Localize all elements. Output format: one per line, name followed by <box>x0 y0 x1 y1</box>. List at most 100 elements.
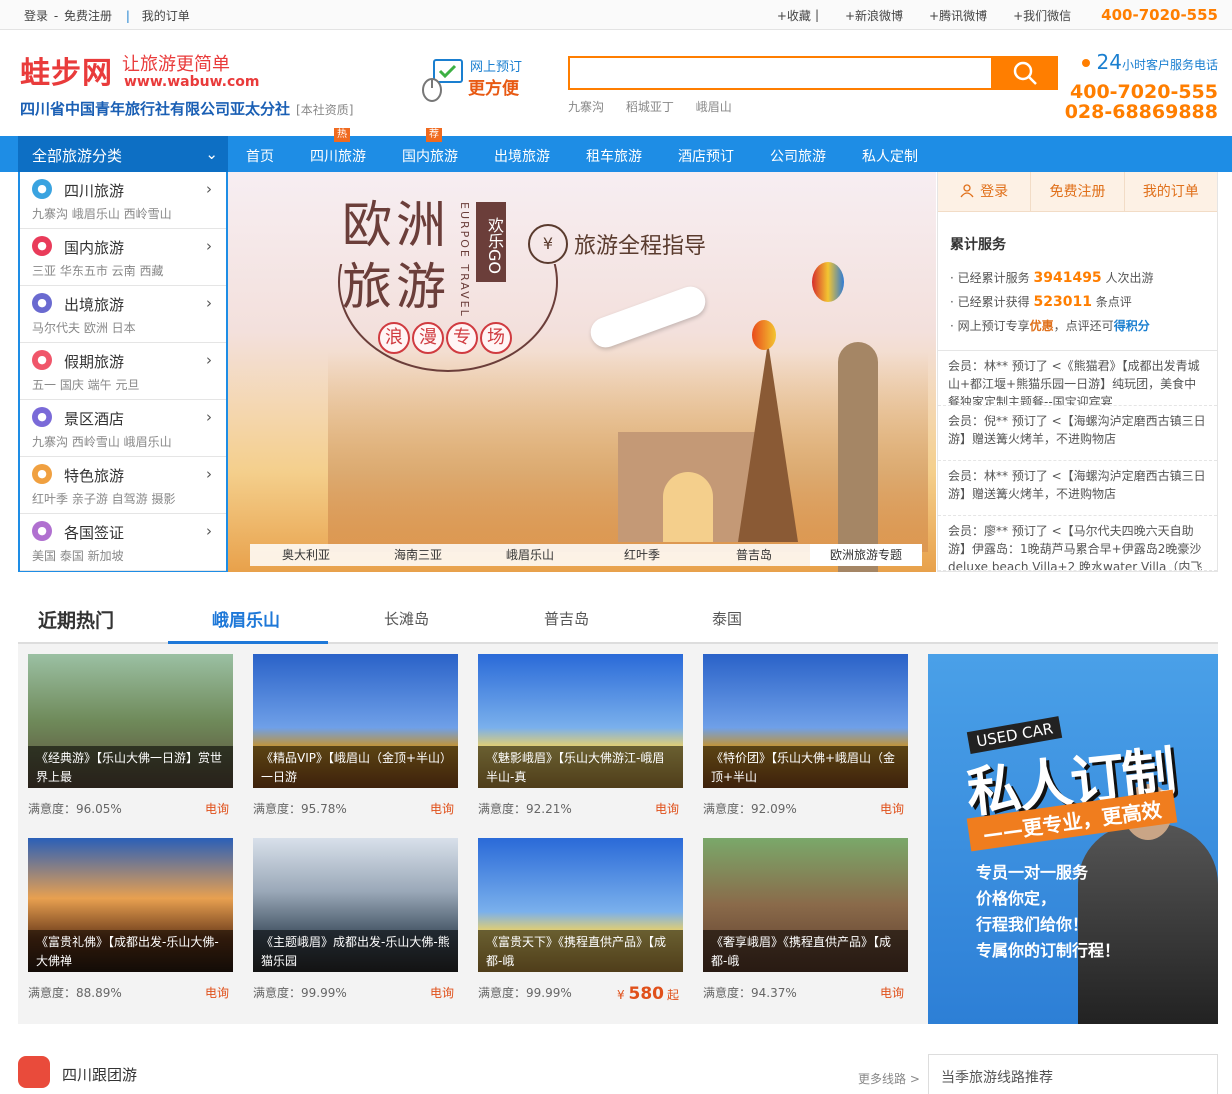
nav-item-company[interactable]: 公司旅游 <box>752 136 844 172</box>
category-sublinks[interactable]: 三亚 华东五市 云南 西藏 <box>32 262 163 279</box>
category-item[interactable]: ● 各国签证 › 美国 泰国 新加坡 <box>20 514 226 571</box>
price-or-inquiry[interactable]: 电询 <box>655 800 679 817</box>
more-routes-link[interactable]: 更多线路 > <box>858 1070 920 1087</box>
product-card[interactable]: 《经典游》【乐山大佛一日游】赏世界上最 满意度：96.05% 电询 <box>28 654 233 824</box>
price-or-inquiry[interactable]: 电询 <box>205 984 229 1001</box>
site-logo[interactable]: 蛙步网 让旅游更简单 www.wabuw.com 四川省中国青年旅行社有限公司亚… <box>20 48 353 118</box>
product-caption[interactable]: 《魅影峨眉》【乐山大佛游江-峨眉半山-真 <box>478 746 683 788</box>
nav-item-domestic[interactable]: 荐国内旅游 <box>384 128 476 172</box>
price-or-inquiry[interactable]: ¥ 580 起 <box>617 984 679 1004</box>
all-categories-button[interactable]: 全部旅游分类 ⌄ <box>18 136 228 172</box>
product-card[interactable]: 《特价团》【乐山大佛+峨眉山（金顶+半山 满意度：92.09% 电询 <box>703 654 908 824</box>
banner-tab[interactable]: 奥大利亚 <box>250 544 362 566</box>
feed-item[interactable]: 会员：林** 预订了 <【海螺沟泸定磨西古镇三日游】赠送篝火烤羊，不进购物店 <box>938 461 1217 516</box>
product-image[interactable]: 《特价团》【乐山大佛+峨眉山（金顶+半山 <box>703 654 908 788</box>
category-sublinks[interactable]: 马尔代夫 欧洲 日本 <box>32 319 136 336</box>
price-or-inquiry[interactable]: 电询 <box>880 984 904 1001</box>
product-card[interactable]: 《奢享峨眉》《携程直供产品》【成都-峨 满意度：94.37% 电询 <box>703 838 908 1008</box>
banner-tab[interactable]: 红叶季 <box>586 544 698 566</box>
globe-flower-icon: ● <box>32 293 52 313</box>
product-caption[interactable]: 《经典游》【乐山大佛一日游】赏世界上最 <box>28 746 233 788</box>
feed-item[interactable]: 会员：林** 预订了 <《熊猫君》【成都出发青城山+都江堰+熊猫乐园一日游】纯玩… <box>938 351 1217 406</box>
side-register-button[interactable]: 免费注册 <box>1031 172 1125 211</box>
category-sublinks[interactable]: 红叶季 亲子游 自驾游 摄影 <box>32 490 175 507</box>
favorite-link[interactable]: +收藏 <box>777 7 811 24</box>
nav-item-outbound[interactable]: 出境旅游 <box>476 136 568 172</box>
banner-tab[interactable]: 峨眉乐山 <box>474 544 586 566</box>
nav-item-custom[interactable]: 私人定制 <box>844 136 936 172</box>
price-or-inquiry[interactable]: 电询 <box>880 800 904 817</box>
banner-tab[interactable]: 普吉岛 <box>698 544 810 566</box>
brand-name: 蛙步网 <box>20 56 113 91</box>
product-card[interactable]: 《主题峨眉》成都出发-乐山大佛-熊猫乐园 满意度：99.99% 电询 <box>253 838 458 1008</box>
hotword-link[interactable]: 稻城亚丁 <box>626 100 674 114</box>
currency-symbol: ¥ <box>617 988 629 1002</box>
search-button[interactable] <box>991 56 1058 90</box>
category-item[interactable]: ● 国内旅游 › 三亚 华东五市 云南 西藏 <box>20 229 226 286</box>
category-item[interactable]: ● 出境旅游 › 马尔代夫 欧洲 日本 <box>20 286 226 343</box>
product-caption[interactable]: 《主题峨眉》成都出发-乐山大佛-熊猫乐园 <box>253 930 458 972</box>
price-or-inquiry[interactable]: 电询 <box>430 800 454 817</box>
product-image[interactable]: 《经典游》【乐山大佛一日游】赏世界上最 <box>28 654 233 788</box>
hotword-link[interactable]: 峨眉山 <box>696 100 732 114</box>
product-card[interactable]: 《精品VIP》【峨眉山（金顶+半山）一日游 满意度：95.78% 电询 <box>253 654 458 824</box>
register-link[interactable]: 免费注册 <box>64 9 112 23</box>
airplane <box>586 282 710 352</box>
category-sublinks[interactable]: 九寨沟 西岭雪山 峨眉乐山 <box>32 433 172 450</box>
product-image[interactable]: 《富贵礼佛》【成都出发-乐山大佛-大佛禅 <box>28 838 233 972</box>
my-orders-link[interactable]: 我的订单 <box>142 9 190 23</box>
hero-banner[interactable]: 欧洲 旅游 EURPOE TRAVEL 欢乐GO 浪 漫 专 场 ¥ 旅游全程指导 … <box>228 172 936 572</box>
category-item[interactable]: ● 特色旅游 › 红叶季 亲子游 自驾游 摄影 <box>20 457 226 514</box>
sina-weibo-link[interactable]: +新浪微博 <box>845 7 903 24</box>
feed-item[interactable]: 会员：廖** 预订了 <【马尔代夫四晚六天自助游】伊露岛：1晚葫芦马累合早+伊露… <box>938 516 1217 571</box>
price-or-inquiry[interactable]: 电询 <box>205 800 229 817</box>
category-sublinks[interactable]: 美国 泰国 新加坡 <box>32 547 124 564</box>
wechat-link[interactable]: +我们微信 <box>1013 7 1071 24</box>
banner-tab[interactable]: 欧洲旅游专题 <box>810 544 922 566</box>
nav-item-sichuan[interactable]: 热四川旅游 <box>292 128 384 172</box>
category-item[interactable]: ● 景区酒店 › 九寨沟 西岭雪山 峨眉乐山 <box>20 400 226 457</box>
tencent-weibo-link[interactable]: +腾讯微博 <box>929 7 987 24</box>
tab-emei-leshan[interactable]: 峨眉乐山 <box>212 606 280 631</box>
romance-char: 浪 <box>378 322 410 354</box>
side-login-button[interactable]: 登录 <box>938 172 1032 211</box>
tab-thailand[interactable]: 泰国 <box>712 608 742 629</box>
category-item[interactable]: ● 假期旅游 › 五一 国庆 端午 元旦 <box>20 343 226 400</box>
product-card[interactable]: 《魅影峨眉》【乐山大佛游江-峨眉半山-真 满意度：92.21% 电询 <box>478 654 683 824</box>
banner-tab[interactable]: 海南三亚 <box>362 544 474 566</box>
nav-item-home[interactable]: 首页 <box>228 136 292 172</box>
product-caption[interactable]: 《富贵礼佛》【成都出发-乐山大佛-大佛禅 <box>28 930 233 972</box>
category-item[interactable]: ● 四川旅游 › 九寨沟 峨眉乐山 西岭雪山 <box>20 172 226 229</box>
nav-item-car-rental[interactable]: 租车旅游 <box>568 136 660 172</box>
stat-highlight: 优惠 <box>1029 319 1054 333</box>
product-image[interactable]: 《主题峨眉》成都出发-乐山大佛-熊猫乐园 <box>253 838 458 972</box>
feed-item[interactable]: 会员：倪** 预订了 <【海螺沟泸定磨西古镇三日游】赠送篝火烤羊，不进购物店 <box>938 406 1217 461</box>
side-orders-button[interactable]: 我的订单 <box>1125 172 1217 211</box>
product-image[interactable]: 《富贵天下》《携程直供产品》【成都-峨 <box>478 838 683 972</box>
price-suffix: 起 <box>666 988 679 1002</box>
product-image[interactable]: 《奢享峨眉》《携程直供产品》【成都-峨 <box>703 838 908 972</box>
custom-travel-ad[interactable]: USED CAR 私人订制 ——更专业，更高效 专员一对一服务 价格你定， 行程… <box>928 654 1218 1024</box>
tab-boracay[interactable]: 长滩岛 <box>384 608 429 629</box>
category-sublinks[interactable]: 五一 国庆 端午 元旦 <box>32 376 139 393</box>
search-box <box>568 56 1058 90</box>
product-image[interactable]: 《精品VIP》【峨眉山（金顶+半山）一日游 <box>253 654 458 788</box>
product-caption[interactable]: 《精品VIP》【峨眉山（金顶+半山）一日游 <box>253 746 458 788</box>
tab-phuket[interactable]: 普吉岛 <box>544 608 589 629</box>
product-caption[interactable]: 《特价团》【乐山大佛+峨眉山（金顶+半山 <box>703 746 908 788</box>
phone-number-2: 028-68869888 <box>1064 101 1218 123</box>
login-link[interactable]: 登录 <box>24 9 48 23</box>
nav-item-hotel[interactable]: 酒店预订 <box>660 136 752 172</box>
qualification-link[interactable]: [本社资质] <box>296 103 353 117</box>
product-card[interactable]: 《富贵礼佛》【成都出发-乐山大佛-大佛禅 满意度：88.89% 电询 <box>28 838 233 1008</box>
sun-icon <box>1081 59 1090 67</box>
product-card[interactable]: 《富贵天下》《携程直供产品》【成都-峨 满意度：99.99% ¥ 580 起 <box>478 838 683 1008</box>
product-caption[interactable]: 《富贵天下》《携程直供产品》【成都-峨 <box>478 930 683 972</box>
price-or-inquiry[interactable]: 电询 <box>430 984 454 1001</box>
chevron-right-icon: › <box>206 522 212 540</box>
product-image[interactable]: 《魅影峨眉》【乐山大佛游江-峨眉半山-真 <box>478 654 683 788</box>
category-sublinks[interactable]: 九寨沟 峨眉乐山 西岭雪山 <box>32 205 172 222</box>
product-caption[interactable]: 《奢享峨眉》《携程直供产品》【成都-峨 <box>703 930 908 972</box>
hotword-link[interactable]: 九寨沟 <box>568 100 604 114</box>
search-input[interactable] <box>570 58 990 88</box>
